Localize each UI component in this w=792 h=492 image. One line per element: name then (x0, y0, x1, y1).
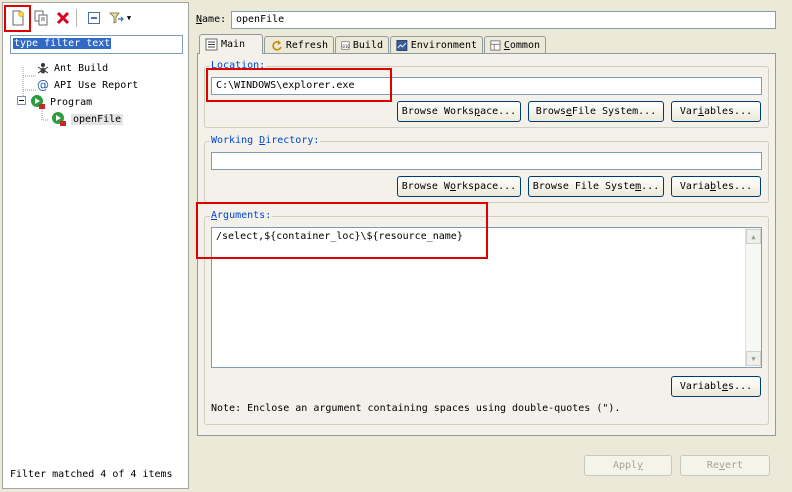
button-text: les... (716, 181, 753, 192)
chevron-down-icon: ▼ (126, 14, 132, 22)
tab-environment[interactable]: Environment (390, 36, 483, 54)
tree-item-program[interactable]: Program (30, 94, 92, 110)
arguments-note: Note: Enclose an argument containing spa… (211, 403, 621, 414)
tab-build[interactable]: 010 Build (335, 36, 389, 54)
button-text: ace... (480, 106, 517, 117)
tree-item-label: Program (50, 96, 93, 108)
button-text: s... (728, 381, 753, 392)
button-text: Varia (679, 181, 710, 192)
filter-icon (108, 12, 124, 24)
ant-icon (37, 63, 49, 74)
button-text: File System... (571, 106, 657, 117)
highlight-location (206, 68, 392, 102)
duplicate-config-button[interactable] (32, 9, 50, 27)
name-input[interactable]: openFile (231, 11, 776, 29)
tab-main[interactable]: Main (199, 34, 263, 54)
tab-label: Refresh (285, 40, 328, 51)
environment-icon (396, 40, 408, 51)
filter-status-text: Filter matched 4 of 4 items (10, 469, 173, 480)
tab-common[interactable]: Common (484, 36, 546, 54)
name-label-rest: ame: (202, 14, 227, 25)
button-text: Browse Works (401, 106, 475, 117)
apply-button[interactable]: Appl y (584, 455, 672, 476)
tab-label-rest: ommon (509, 40, 540, 51)
button-text: rkspace... (455, 181, 517, 192)
svg-text:@: @ (37, 78, 49, 92)
button-text: Var (679, 106, 698, 117)
tree-item-label: openFile (71, 113, 124, 125)
common-icon (490, 40, 501, 51)
location-browse-workspace-button[interactable]: Browse Works p ace... (397, 101, 521, 122)
tab-refresh[interactable]: Refresh (264, 36, 334, 54)
program-launch-icon (31, 95, 45, 109)
arguments-variables-button[interactable]: Variabl e s... (671, 376, 761, 397)
working-directory-title: Working Directory: (210, 135, 321, 146)
scroll-up-arrow-icon[interactable]: ▲ (746, 229, 761, 244)
button-mnemonic: y (637, 460, 644, 471)
button-text: Re (706, 460, 719, 471)
filter-input[interactable]: type filter text (10, 35, 183, 54)
wd-title-text: Working (211, 135, 260, 146)
toolbar-divider (76, 9, 77, 27)
refresh-icon (272, 40, 282, 51)
duplicate-icon (34, 10, 48, 26)
scroll-down-arrow-icon[interactable]: ▼ (746, 351, 761, 366)
arguments-scrollbar[interactable] (745, 228, 761, 367)
tab-label: Common (504, 40, 540, 51)
tree-item-ant-build[interactable]: Ant Build (36, 61, 108, 75)
tree-item-label: API Use Report (54, 79, 139, 91)
collapse-all-icon (88, 12, 100, 24)
tree-item-openfile[interactable]: openFile (51, 111, 124, 127)
wd-browse-filesystem-button[interactable]: Browse File Syste m... (528, 176, 664, 197)
tree-item-label: Ant Build (54, 62, 109, 74)
revert-button[interactable]: Re v ert (680, 455, 770, 476)
svg-text:010: 010 (342, 44, 350, 49)
wd-title-text: irectory: (265, 135, 320, 146)
button-text: Appl (612, 460, 638, 471)
button-text: Variabl (679, 381, 723, 392)
location-variables-button[interactable]: Var i ables... (671, 101, 761, 122)
wd-variables-button[interactable]: Varia b les... (671, 176, 761, 197)
button-text: Brows (535, 106, 566, 117)
button-text: Browse W (401, 181, 450, 192)
wd-browse-workspace-button[interactable]: Browse Wo rkspace... (397, 176, 521, 197)
tree-item-api-use-report[interactable]: @ API Use Report (36, 78, 138, 92)
filter-menu-button[interactable]: ▼ (107, 9, 133, 27)
tab-label: Environment (410, 40, 477, 51)
main-tab-icon (205, 38, 218, 51)
tab-label: Build (352, 40, 383, 51)
api-report-icon: @ (37, 78, 49, 92)
highlight-new-button (4, 5, 31, 32)
build-icon: 010 (341, 41, 350, 50)
button-text: ert (725, 460, 744, 471)
highlight-arguments (196, 202, 488, 259)
delete-icon (56, 11, 70, 25)
working-directory-input[interactable] (211, 152, 762, 170)
location-browse-filesystem-button[interactable]: Brows e File System... (528, 101, 664, 122)
button-text: ables... (703, 106, 753, 117)
tree-collapse-toggle[interactable] (17, 96, 26, 108)
tab-label: Main (221, 39, 246, 50)
program-launch-icon (52, 112, 66, 126)
button-text: Browse File Syste (532, 181, 636, 192)
delete-config-button[interactable] (54, 9, 72, 27)
minus-box-icon (17, 96, 26, 105)
collapse-all-button[interactable] (85, 9, 103, 27)
name-label: Name: (196, 14, 226, 25)
filter-placeholder: type filter text (13, 38, 112, 49)
button-text: ... (641, 181, 660, 192)
